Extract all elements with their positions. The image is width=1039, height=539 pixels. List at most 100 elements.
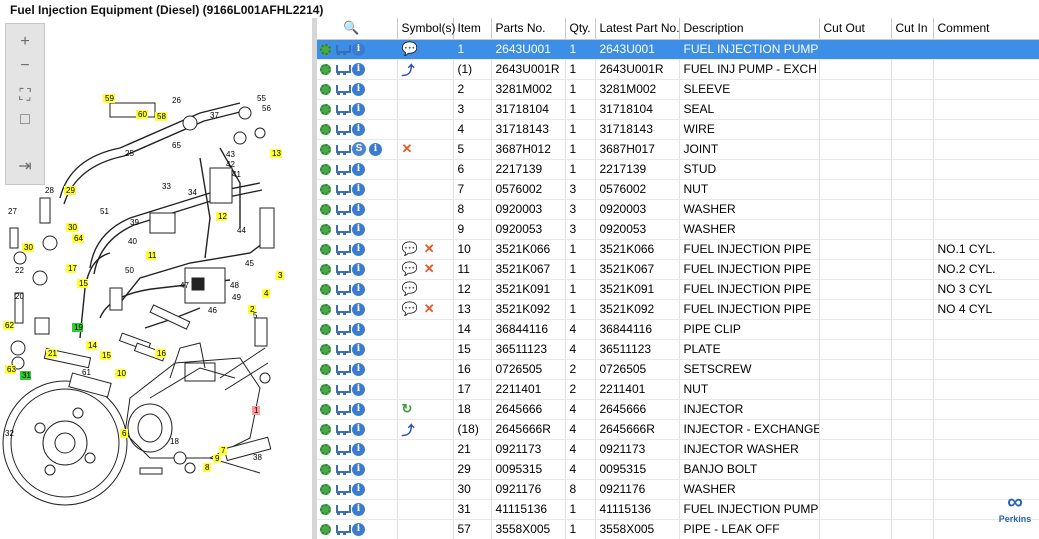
- info-icon[interactable]: i: [352, 503, 365, 517]
- cart-icon[interactable]: [334, 404, 351, 416]
- cart-icon[interactable]: [334, 504, 351, 516]
- info-icon[interactable]: i: [352, 163, 365, 177]
- table-row[interactable]: i 9 0920053 3 0920053 WASHER: [317, 219, 1039, 240]
- info-icon[interactable]: i: [352, 123, 365, 137]
- table-row[interactable]: i ⤴ (1) 2643U001R 1 2643U001R FUEL INJ PUMP - …: [317, 59, 1039, 80]
- cart-icon[interactable]: [334, 364, 351, 376]
- info-icon[interactable]: i: [352, 43, 365, 57]
- gear-icon[interactable]: [320, 364, 331, 376]
- cart-icon[interactable]: [334, 344, 351, 356]
- gear-icon[interactable]: [320, 524, 331, 536]
- table-row[interactable]: i 💬 1 2643U001 1 2643U001 FUEL INJECTION PUMP: [317, 39, 1039, 60]
- cart-icon[interactable]: [334, 524, 351, 536]
- table-row[interactable]: i 21 0921173 4 0921173 INJECTOR WASHER: [317, 439, 1039, 460]
- column-header-symbols[interactable]: Symbol(s): [397, 18, 456, 40]
- info-icon[interactable]: i: [352, 83, 365, 97]
- expand-panel-icon[interactable]: ⇥: [12, 156, 38, 176]
- cart-icon[interactable]: [334, 384, 351, 396]
- table-row[interactable]: i ↻ 18 2645666 4 2645666 INJECTOR: [317, 399, 1039, 420]
- column-header-latest-part-no[interactable]: Latest Part No.: [595, 18, 680, 40]
- table-row[interactable]: i 29 0095315 4 0095315 BANJO BOLT: [317, 459, 1039, 480]
- info-icon[interactable]: i: [352, 443, 365, 457]
- info-icon[interactable]: i: [352, 223, 365, 237]
- gear-icon[interactable]: [320, 424, 331, 436]
- gear-icon[interactable]: [320, 344, 331, 356]
- gear-icon[interactable]: [320, 444, 331, 456]
- column-header-description[interactable]: Description: [679, 18, 820, 40]
- cart-icon[interactable]: [334, 464, 351, 476]
- table-row[interactable]: i 4 31718143 1 31718143 WIRE: [317, 119, 1039, 140]
- exchange-icon[interactable]: ⤴: [402, 60, 415, 79]
- gear-icon[interactable]: [320, 204, 331, 216]
- search-header[interactable]: 🔍: [317, 18, 398, 40]
- cart-icon[interactable]: [334, 264, 351, 276]
- cart-icon[interactable]: [334, 244, 351, 256]
- table-row[interactable]: i 14 36844116 4 36844116 PIPE CLIP: [317, 319, 1039, 340]
- cart-icon[interactable]: [334, 64, 351, 76]
- info-icon[interactable]: i: [352, 423, 365, 437]
- note-icon[interactable]: 💬: [402, 41, 418, 57]
- table-row[interactable]: i 💬 ✕ 13 3521K092 1 3521K092 FUEL INJECTION PIP…: [317, 299, 1039, 320]
- table-row[interactable]: i 2 3281M002 1 3281M002 SLEEVE: [317, 79, 1039, 100]
- info-icon[interactable]: i: [352, 323, 365, 337]
- info-icon[interactable]: i: [352, 263, 365, 277]
- cart-icon[interactable]: [334, 304, 351, 316]
- cart-icon[interactable]: [334, 444, 351, 456]
- gear-icon[interactable]: [320, 464, 331, 476]
- table-row[interactable]: i 17 2211401 2 2211401 NUT: [317, 379, 1039, 400]
- table-row[interactable]: i 8 0920003 3 0920003 WASHER: [317, 199, 1039, 220]
- info-icon[interactable]: i: [352, 403, 365, 417]
- info-icon[interactable]: i: [352, 363, 365, 377]
- table-row[interactable]: Si ✕ 5 3687H012 1 3687H017 JOINT: [317, 139, 1039, 160]
- table-row[interactable]: i 15 36511123 4 36511123 PLATE: [317, 339, 1039, 360]
- cart-icon[interactable]: [334, 424, 351, 436]
- gear-icon[interactable]: [320, 324, 331, 336]
- not-available-icon[interactable]: ✕: [402, 141, 413, 157]
- table-row[interactable]: i 6 2217139 1 2217139 STUD: [317, 159, 1039, 180]
- not-available-icon[interactable]: ✕: [424, 261, 435, 277]
- table-row[interactable]: i 3 31718104 1 31718104 SEAL: [317, 99, 1039, 120]
- table-row[interactable]: i 16 0726505 2 0726505 SETSCREW: [317, 359, 1039, 380]
- gear-icon[interactable]: [320, 184, 331, 196]
- cart-icon[interactable]: [334, 284, 351, 296]
- info-icon[interactable]: i: [352, 283, 365, 297]
- multi-gear-icon[interactable]: [320, 504, 331, 516]
- table-row[interactable]: i 30 0921176 8 0921176 WASHER: [317, 479, 1039, 500]
- info-icon[interactable]: i: [352, 523, 365, 537]
- cart-icon[interactable]: [334, 44, 351, 56]
- gear-icon[interactable]: [320, 304, 331, 316]
- info-icon[interactable]: i: [369, 142, 382, 156]
- gear-icon[interactable]: [320, 224, 331, 236]
- gear-icon[interactable]: [320, 244, 331, 256]
- multi-gear-icon[interactable]: [320, 404, 331, 416]
- exchange-icon[interactable]: ⤴: [402, 420, 415, 439]
- column-header-parts-no[interactable]: Parts No.: [491, 18, 566, 40]
- column-header-cut-out[interactable]: Cut Out: [819, 18, 892, 40]
- note-icon[interactable]: 💬: [402, 241, 418, 257]
- info-icon[interactable]: i: [352, 63, 365, 77]
- info-icon[interactable]: i: [352, 243, 365, 257]
- table-row[interactable]: i 7 0576002 3 0576002 NUT: [317, 179, 1039, 200]
- cart-icon[interactable]: [334, 324, 351, 336]
- search-icon[interactable]: 🔍: [321, 20, 359, 35]
- info-icon[interactable]: i: [352, 183, 365, 197]
- info-icon[interactable]: i: [352, 383, 365, 397]
- gear-icon[interactable]: [320, 143, 331, 155]
- cart-icon[interactable]: [334, 124, 351, 136]
- actual-size-icon[interactable]: □: [12, 110, 38, 130]
- cart-icon[interactable]: [334, 144, 351, 155]
- fit-page-icon[interactable]: ⛶: [12, 86, 38, 106]
- table-row[interactable]: i 💬 ✕ 11 3521K067 1 3521K067 FUEL INJECTION PIP…: [317, 259, 1039, 280]
- gear-icon[interactable]: [320, 284, 331, 296]
- supersession-icon[interactable]: S: [352, 142, 366, 157]
- gear-icon[interactable]: [320, 104, 331, 116]
- gear-icon[interactable]: [320, 124, 331, 136]
- cart-icon[interactable]: [334, 104, 351, 116]
- info-icon[interactable]: i: [352, 303, 365, 317]
- info-icon[interactable]: i: [352, 103, 365, 117]
- gear-icon[interactable]: [320, 84, 331, 96]
- cart-icon[interactable]: [334, 164, 351, 176]
- info-icon[interactable]: i: [352, 463, 365, 477]
- info-icon[interactable]: i: [352, 483, 365, 497]
- column-header-qty[interactable]: Qty.: [565, 18, 596, 40]
